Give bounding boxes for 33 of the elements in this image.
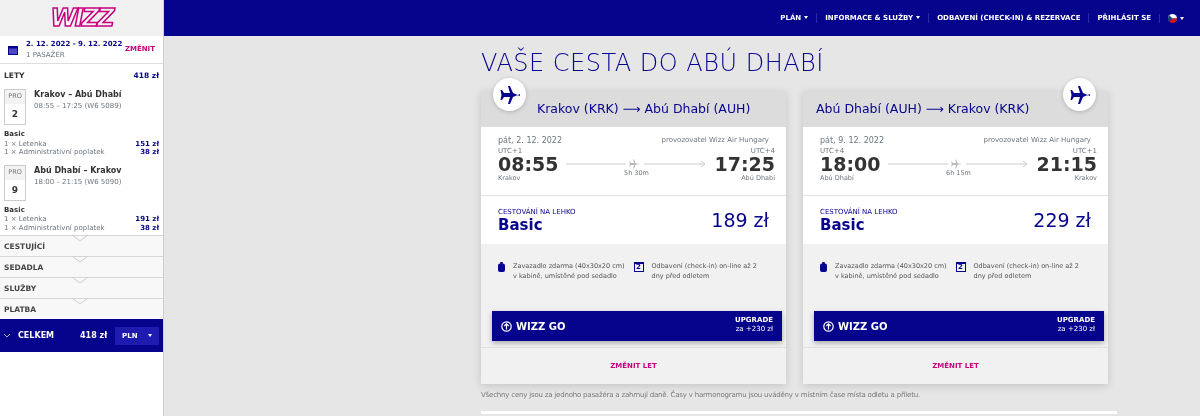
upgrade-name: WIZZ GO — [516, 319, 566, 334]
departure-time: 08:55 — [498, 155, 559, 175]
chevron-icon — [72, 256, 88, 264]
fare-price: 229 zł — [1033, 207, 1091, 233]
backpack-icon — [820, 262, 827, 273]
backpack-icon — [498, 262, 505, 273]
chevron-icon — [4, 333, 10, 338]
departure-time: 18:00 — [820, 155, 881, 175]
chevron-icon — [72, 235, 88, 243]
calendar-icon — [8, 44, 18, 55]
chevron-icon — [72, 277, 88, 285]
flight-route: Abú Dhabí – Krakov — [34, 164, 122, 177]
arrow-up-circle-icon — [823, 320, 834, 332]
arrival-time: 21:15 — [1036, 155, 1097, 175]
page-title: VAŠE CESTA DO ABÚ DHABÍ — [481, 48, 825, 79]
flight-route-title: Abú Dhabí (AUH) ⟶ Krakov (KRK) — [816, 99, 1030, 118]
upgrade-name: WIZZ GO — [838, 319, 888, 334]
flight-date: pát, 2. 12. 2022 — [498, 135, 562, 147]
plane-icon — [1069, 84, 1090, 105]
flag-icon — [1168, 13, 1177, 23]
logo: WIZZ — [50, 6, 113, 30]
fare-name: Basic — [820, 217, 866, 233]
total-amount: 418 zł — [80, 329, 108, 342]
arrival-time: 17:25 — [714, 155, 775, 175]
total-label: CELKEM — [18, 329, 56, 342]
arrow-up-circle-icon — [501, 320, 512, 332]
chevron-icon — [72, 298, 88, 306]
flight-date: pát, 9. 12. 2022 — [820, 135, 884, 147]
plane-icon — [499, 84, 520, 105]
fare-price: 189 zł — [711, 207, 769, 233]
fare-name: Basic — [498, 217, 544, 233]
flight-route: Krakov – Abú Dhabí — [34, 89, 122, 102]
flight-route-title: Krakov (KRK) ⟶ Abú Dhabí (AUH) — [537, 99, 751, 118]
